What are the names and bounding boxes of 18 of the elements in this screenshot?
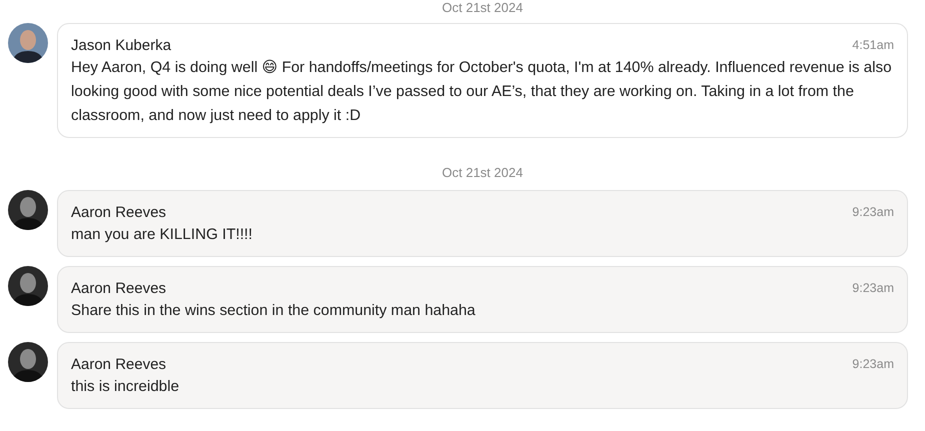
message-time: 9:23am xyxy=(852,357,894,371)
avatar xyxy=(8,190,48,230)
message-time: 9:23am xyxy=(852,281,894,295)
message-time: 4:51am xyxy=(852,38,894,52)
date-separator: Oct 21st 2024 xyxy=(442,0,523,16)
message-text: this is increidble xyxy=(71,377,180,397)
author-name: Aaron Reeves xyxy=(71,280,166,296)
avatar xyxy=(8,23,48,63)
message-text: Hey Aaron, Q4 is doing well 😄 For handoffs/meetings for October's quota, I'm at 140% already. Influenced revenue is also looking good with some nice potential deals I’ve passed to our AE’s, that they are working on. Taking in a lot from the classroom, and now just need to apply it :D xyxy=(71,58,893,126)
author-name: Aaron Reeves xyxy=(71,356,166,372)
message-time: 9:23am xyxy=(852,205,894,219)
avatar xyxy=(8,266,48,306)
author-name: Jason Kuberka xyxy=(71,36,172,54)
author-name: Aaron Reeves xyxy=(71,204,166,220)
message-text: Share this in the wins section in the community man hahaha xyxy=(71,301,476,321)
message-text: man you are KILLING IT!!!! xyxy=(71,225,254,245)
date-separator: Oct 21st 2024 xyxy=(442,165,523,181)
avatar xyxy=(8,342,48,382)
